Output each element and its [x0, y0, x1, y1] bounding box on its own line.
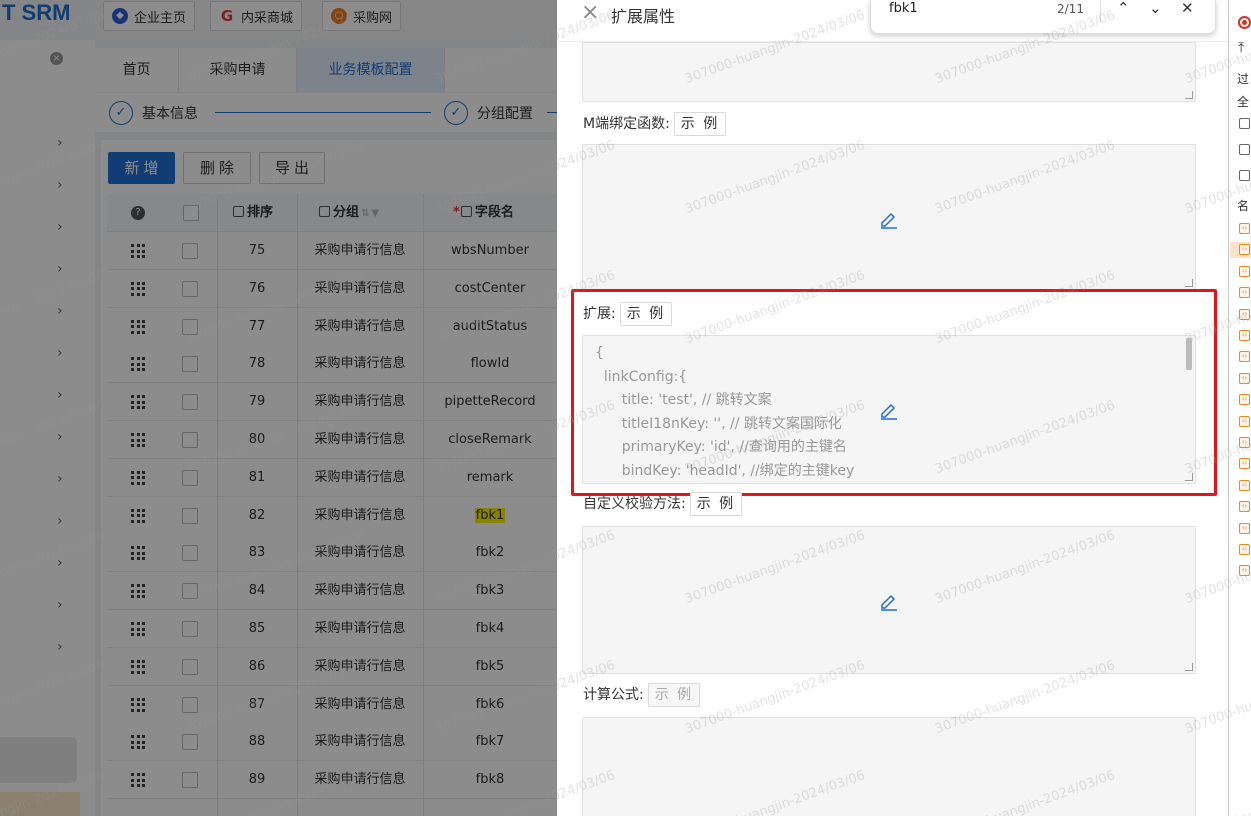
edit-icon[interactable]	[879, 209, 899, 229]
pc-bind-textarea[interactable]	[582, 42, 1196, 102]
checkbox[interactable]	[1239, 144, 1250, 155]
example-button[interactable]: 示 例	[647, 683, 701, 707]
record-icon[interactable]	[1238, 16, 1251, 29]
request-icon[interactable]: ‹›	[1239, 244, 1250, 256]
m-bind-label: M端绑定函数: 示 例	[583, 112, 727, 136]
request-icon[interactable]: ‹›	[1239, 479, 1250, 491]
resize-handle[interactable]	[1185, 91, 1193, 99]
request-icon[interactable]: ‹›	[1239, 437, 1250, 448]
highlight-box	[571, 289, 1217, 496]
extend-attributes-drawer: × 扩展属性 M端绑定函数: 示 例 扩展: 示 例 { linkConfig:{ …	[557, 0, 1228, 816]
request-icon[interactable]: ‹›	[1239, 415, 1250, 427]
resize-handle[interactable]	[1185, 279, 1193, 287]
request-icon[interactable]: ‹›	[1239, 458, 1250, 470]
find-count: 2/11	[1057, 2, 1084, 16]
close-icon[interactable]: ×	[581, 2, 599, 24]
request-icon[interactable]: ‹›	[1239, 287, 1250, 299]
upload-icon[interactable]: ⤒	[1238, 40, 1244, 56]
request-icon[interactable]: ‹›	[1239, 544, 1250, 555]
close-icon[interactable]: ✕	[1181, 0, 1194, 17]
request-icon[interactable]: ‹›	[1239, 372, 1250, 384]
filter-label: 过	[1237, 72, 1250, 86]
chevron-up-icon[interactable]: ⌃	[1117, 0, 1130, 17]
chevron-down-icon[interactable]: ⌄	[1149, 0, 1162, 17]
drawer-title: 扩展属性	[611, 7, 676, 26]
name-column: 名	[1237, 199, 1250, 213]
request-icon[interactable]: ‹›	[1239, 522, 1250, 534]
request-icon[interactable]: ‹›	[1239, 223, 1250, 234]
edit-icon[interactable]	[879, 591, 899, 611]
resize-handle[interactable]	[1185, 663, 1193, 671]
find-input[interactable]: fbk1	[889, 0, 918, 18]
all-label[interactable]: 全	[1237, 93, 1249, 110]
modal-overlay[interactable]	[0, 0, 557, 816]
formula-label: 计算公式: 示 例	[583, 683, 701, 707]
checkbox[interactable]	[1239, 170, 1250, 181]
request-icon[interactable]: ‹›	[1239, 565, 1250, 577]
request-icon[interactable]: ‹›	[1239, 351, 1250, 363]
devtools-panel: ⤒ 过 全 名 ‹› ‹› ‹› ‹› ‹› ‹› ‹› ‹› ‹› ‹› ‹› ‹› ‹› ‹› ‹› ‹›…	[1228, 0, 1251, 816]
divider	[1100, 0, 1101, 22]
find-bar: fbk1 2/11 ⌃ ⌄ ✕	[870, 0, 1216, 34]
request-icon[interactable]: ‹›	[1239, 308, 1250, 320]
request-icon[interactable]: ‹›	[1239, 394, 1250, 406]
request-icon[interactable]: ‹›	[1239, 265, 1250, 277]
validate-label: 自定义校验方法: 示 例	[583, 492, 743, 516]
request-icon[interactable]: ‹›	[1239, 501, 1250, 513]
m-bind-textarea[interactable]	[582, 144, 1196, 290]
example-button[interactable]: 示 例	[689, 492, 743, 516]
checkbox[interactable]	[1239, 118, 1250, 129]
example-button[interactable]: 示 例	[673, 112, 727, 136]
validate-textarea[interactable]	[582, 526, 1196, 674]
request-icon[interactable]: ‹›	[1239, 330, 1250, 341]
formula-textarea[interactable]	[582, 717, 1196, 816]
